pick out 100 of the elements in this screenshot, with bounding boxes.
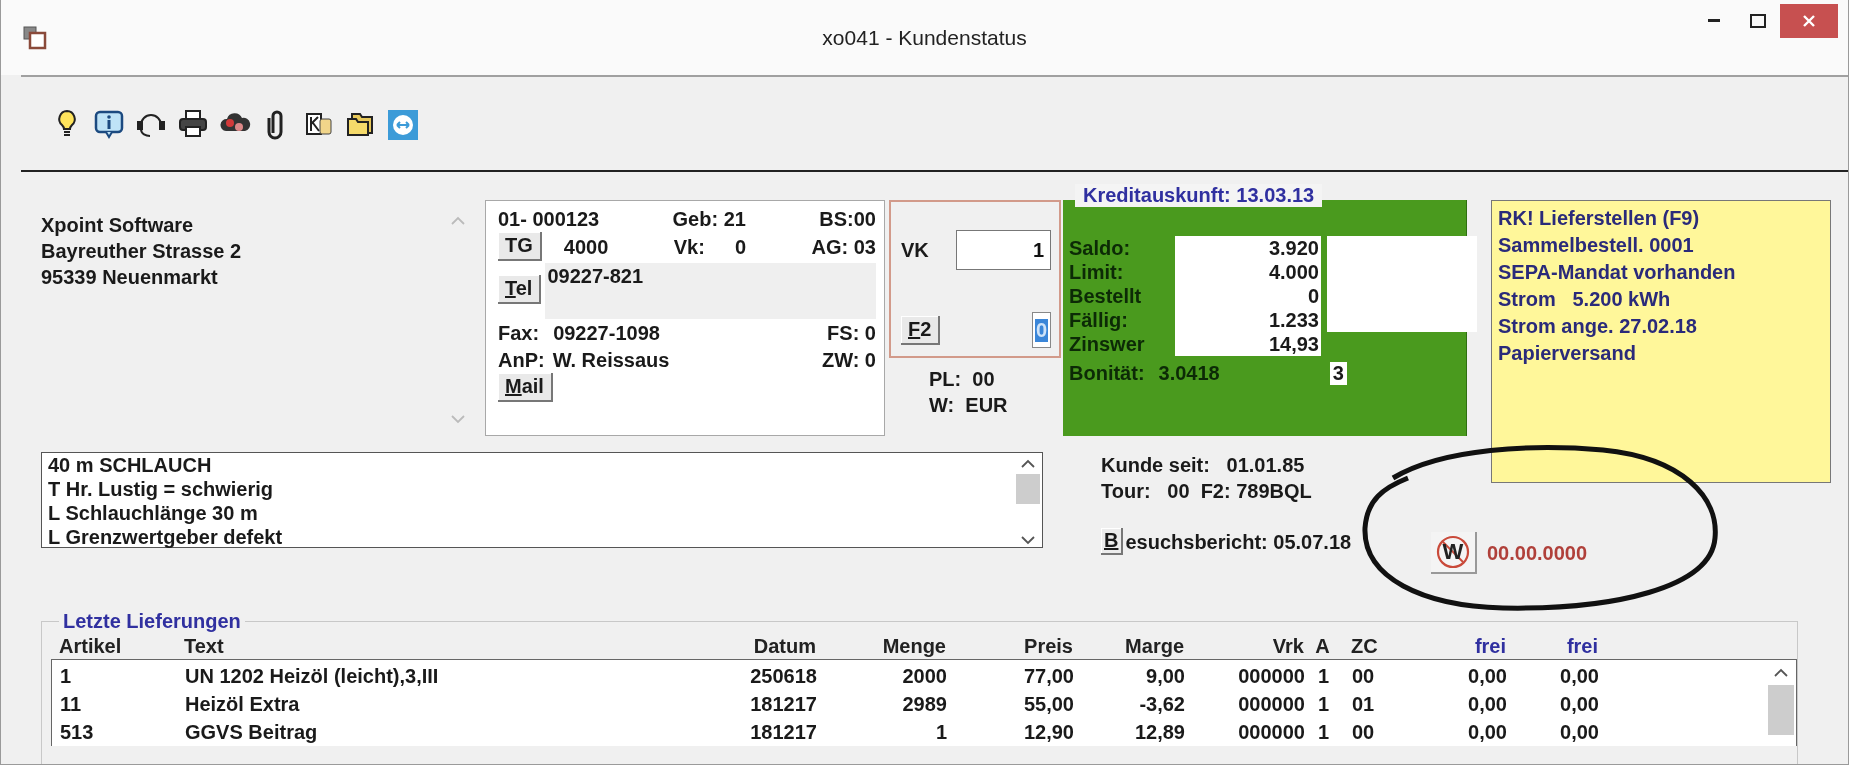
tg-value: 4000 (563, 234, 609, 260)
maximize-icon (1750, 14, 1766, 28)
scroll-up-icon (1021, 459, 1035, 468)
table-cell-text: 00 (1351, 720, 1376, 744)
column-header[interactable]: ZC (1341, 634, 1401, 658)
customer-number: 01- 000123 (498, 206, 600, 232)
table-cell-text: 513 (60, 720, 95, 744)
date-value: 00.00.0000 (1487, 542, 1588, 566)
scroll-up-icon (1774, 668, 1788, 677)
scroll-down-icon (1021, 536, 1035, 545)
window-icon (23, 25, 47, 50)
table-cell-text: 77,00 (1022, 664, 1074, 688)
table-cell-text: 1 (1316, 664, 1331, 688)
credit-value: 4.000 (1268, 260, 1319, 284)
column-header[interactable]: Artikel (59, 634, 184, 658)
group-title: Letzte Lieferungen (62, 610, 242, 633)
vk-value: 0 (734, 234, 747, 260)
table-cell-text: 0,00 (1559, 664, 1599, 688)
note-line: Sammelbestell. 0001 (1498, 233, 1695, 258)
table-cell-text: 0,00 (1467, 664, 1507, 688)
table-cell-text: 00 (1351, 664, 1376, 688)
table-cell-text: 000000 (1237, 664, 1305, 688)
memo-line: T Hr. Lustig = schwierig (48, 477, 275, 501)
birth-label: Geb: 21 (672, 206, 746, 232)
credit-label: Saldo: (1069, 236, 1132, 260)
table-cell-text: 1 (1316, 720, 1331, 744)
address-line: Bayreuther Strasse 2 (41, 239, 242, 264)
column-header[interactable]: frei (1506, 634, 1598, 658)
memo-field[interactable]: 40 m SCHLAUCH T Hr. Lustig = schwierig L Schlauchlänge 30 m L Grenzwertgeber defekt (41, 452, 1043, 548)
contact-value: W. Reissaus (552, 347, 670, 373)
table-cell-text: 1 (60, 664, 73, 688)
table-cell-text: 181217 (749, 720, 817, 744)
currency-label: W: EUR (929, 393, 1009, 418)
memo-line: 40 m SCHLAUCH (48, 453, 213, 477)
table-cell-text: 55,00 (1022, 692, 1074, 716)
mail-button[interactable]: Mail (498, 373, 553, 402)
memo-line: L Grenzwertgeber defekt (48, 525, 284, 549)
note-line: Papierversand (1498, 341, 1637, 366)
table-cell-text: Heizöl Extra (185, 692, 301, 716)
column-header[interactable]: Marge (1073, 634, 1184, 658)
credit-value: 3.920 (1268, 236, 1319, 260)
column-header[interactable]: Vrk (1184, 634, 1304, 658)
credit-label: Zinswer (1069, 332, 1146, 356)
rating-label: Bonität: (1069, 361, 1145, 386)
table-cell-text: 000000 (1237, 720, 1305, 744)
table-cell-text: UN 1202 Heizöl (leicht),3,III (185, 664, 440, 688)
table-cell-text: 250618 (749, 664, 817, 688)
window-title: xo041 - Kundenstatus (821, 25, 1028, 50)
report-label: esuchsbericht: 05.07.18 (1125, 529, 1352, 555)
f2-button[interactable]: F2 (901, 315, 941, 345)
report-button[interactable]: B (1101, 528, 1124, 555)
table-cell-text: 181217 (749, 692, 817, 716)
table-cell-text: 1 (934, 720, 947, 744)
minimize-icon (1708, 19, 1720, 23)
table-cell-text: 12,89 (1133, 720, 1185, 744)
table-cell-text: 0,00 (1559, 720, 1599, 744)
note-line: SEPA-Mandat vorhanden (1498, 260, 1737, 285)
tg-button[interactable]: TG (498, 232, 542, 261)
credit-value: 0 (1307, 284, 1319, 308)
phone-value: 09227-821 (547, 264, 644, 289)
credit-value: 14,93 (1268, 332, 1319, 356)
column-header[interactable]: A (1304, 634, 1341, 658)
address-line: Xpoint Software (41, 213, 195, 238)
scroll-down-icon (451, 415, 465, 424)
fs-label: FS: 0 (827, 320, 876, 346)
table-cell-text: 000000 (1237, 692, 1305, 716)
vk-label: VK (901, 238, 929, 263)
memo-line: L Schlauchlänge 30 m (48, 501, 259, 525)
close-icon (1802, 14, 1816, 28)
note-line: RK! Lieferstellen (F9) (1498, 206, 1701, 231)
table-cell-text: 2989 (901, 692, 947, 716)
credit-value: 1.233 (1268, 308, 1319, 332)
column-header[interactable]: Datum (701, 634, 816, 658)
column-header[interactable]: Preis (946, 634, 1073, 658)
credit-label: Fällig: (1069, 308, 1129, 332)
zw-label: ZW: 0 (821, 347, 876, 373)
table-cell-text: -3,62 (1138, 692, 1185, 716)
fax-label: Fax: (498, 320, 540, 346)
column-header[interactable]: Text (184, 634, 701, 658)
fax-value: 09227-1098 (553, 320, 660, 346)
rating-class: 3 (1329, 361, 1347, 385)
close-button[interactable] (1780, 4, 1838, 38)
table-cell-text: 12,90 (1022, 720, 1074, 744)
tel-button[interactable]: Tel (498, 275, 542, 304)
table-cell-text: GGVS Beitrag (185, 720, 319, 744)
credit-title: Kreditauskunft: 13.03.13 (1075, 184, 1323, 207)
table-cell-text: 0,00 (1467, 692, 1507, 716)
table-cell-text: 01 (1351, 692, 1376, 716)
vk-label: Vk: (673, 234, 705, 260)
credit-label: Limit: (1069, 260, 1125, 284)
note-line: Strom 5.200 kWh (1498, 287, 1672, 312)
tour-label: Tour: 00 F2: 789BQL (1101, 479, 1313, 504)
credit-label: Bestellt (1069, 284, 1143, 308)
vk-field[interactable]: 1 (956, 230, 1051, 270)
column-header[interactable]: frei (1401, 634, 1506, 658)
note-line: Strom ange. 27.02.18 (1498, 314, 1698, 339)
table-cell-text: 0,00 (1559, 692, 1599, 716)
address-line: 95339 Neuenmarkt (41, 265, 219, 290)
column-header[interactable]: Menge (816, 634, 946, 658)
ag-label: AG: 03 (811, 234, 876, 260)
